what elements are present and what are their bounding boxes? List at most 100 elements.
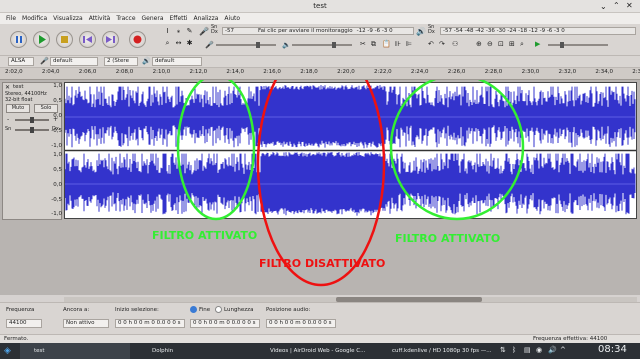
rec-ticks-tail: -12 -9 -6 -3 0 (356, 28, 393, 34)
audio-position-field[interactable]: 0 0 h 0 0 m 0 0.0 0 0 s (266, 319, 336, 328)
ruler-tick-label: 2:22,0 (374, 69, 392, 75)
red-ellipse-middle (256, 80, 386, 287)
output-device-select[interactable]: default (152, 57, 202, 66)
skip-end-icon (106, 36, 115, 43)
output-speaker-icon: 🔊 (142, 57, 151, 65)
selection-tool-icon[interactable]: I (163, 27, 172, 36)
taskbar: ◈ test Dolphin Videos | AirDroid Web - G… (0, 343, 640, 359)
task-kdenlive[interactable]: cuff.kdenlive / HD 1080p 30 fps —... (378, 343, 494, 359)
ruler-tick-label: 2:12,0 (189, 69, 208, 75)
task-browser[interactable]: Videos | AirDroid Web - Google C... (256, 343, 374, 359)
notifications-icon[interactable]: ◉ (536, 346, 542, 354)
network-icon[interactable]: ⇅ (500, 346, 506, 354)
zoom-out-icon[interactable]: ⊖ (487, 40, 493, 48)
zoom-tool-icon[interactable]: ⌕ (163, 39, 172, 48)
pause-button[interactable] (10, 31, 27, 48)
play-at-speed-icon[interactable]: ▶ (535, 40, 540, 48)
ruler-tick-label: 2:08,0 (115, 69, 134, 75)
zoom-toggle-icon[interactable]: ⌕ (520, 40, 524, 49)
undo-icon[interactable]: ↶ (428, 40, 434, 48)
mic-volume-icon: 🎤 (205, 41, 214, 49)
annotation-filter-off: FILTRO DISATTIVATO (259, 257, 386, 270)
menu-tracce[interactable]: Tracce (116, 13, 135, 24)
rec-ticks: -57 (225, 28, 234, 34)
record-button[interactable] (129, 31, 146, 48)
input-device-select[interactable]: default (50, 57, 98, 66)
menu-bar: File Modifica Visualizza Attività Tracce Gene… (0, 13, 640, 24)
menu-effetti[interactable]: Effetti (170, 13, 188, 24)
rate-label: Frequenza (6, 307, 35, 313)
snap-select[interactable]: Non attivo (63, 319, 109, 328)
end-radio[interactable] (190, 306, 197, 313)
skip-start-button[interactable] (79, 31, 96, 48)
minimize-icon[interactable]: ⌄ (600, 2, 607, 11)
monitor-prompt: Fai clic per avviare il monitoraggio (257, 28, 353, 34)
redo-icon[interactable]: ↷ (439, 40, 445, 48)
fit-selection-icon[interactable]: ⊡ (498, 40, 504, 48)
menu-aiuto[interactable]: Aiuto (224, 13, 240, 24)
window-title: test (313, 2, 327, 10)
task-audacity[interactable]: test (20, 343, 130, 359)
fit-project-icon[interactable]: ⊞ (509, 40, 515, 48)
draw-tool-icon[interactable]: ✎ (185, 27, 194, 36)
timeshift-tool-icon[interactable]: ↔ (174, 39, 183, 48)
stop-button[interactable] (56, 31, 73, 48)
selection-start-field[interactable]: 0 0 h 0 0 m 0 0.0 0 0 s (115, 319, 185, 328)
cut-icon[interactable]: ✂ (360, 40, 366, 48)
clock[interactable]: 08:34 (598, 344, 627, 355)
selection-toolbar: Frequenza 44100 Ancora a: Non attivo Ini… (0, 302, 640, 334)
ruler-tick-label: 2:04,0 (41, 69, 60, 75)
speaker-volume-slider[interactable] (292, 42, 352, 48)
menu-analizza[interactable]: Analizza (194, 13, 219, 24)
snap-label: Ancora a: (63, 307, 90, 313)
stop-icon (61, 36, 68, 43)
sync-lock-icon[interactable]: ⚇ (452, 40, 458, 48)
play-meter-channels: Sn Dx (428, 24, 435, 35)
host-select[interactable]: ALSA (8, 57, 34, 66)
ruler-tick-label: 2:32,0 (558, 69, 577, 75)
menu-attivita[interactable]: Attività (89, 13, 111, 24)
project-rate-select[interactable]: 44100 (6, 319, 42, 328)
tray-expand-icon[interactable]: ^ (560, 346, 566, 354)
skip-end-button[interactable] (102, 31, 119, 48)
track-area: ✕ test Stereo, 44100Hz 32-bit float Muto… (0, 80, 640, 302)
menu-genera[interactable]: Genera (142, 13, 164, 24)
timeline-ruler[interactable]: 2:02,0 2:04,0 2:06,0 2:08,0 2:10,0 2:12,0 2:14… (0, 68, 640, 80)
close-icon[interactable]: ✕ (626, 1, 633, 10)
silence-icon[interactable]: ⊫ (406, 40, 412, 48)
length-radio[interactable] (215, 306, 222, 313)
record-meter[interactable]: -57 Fai clic per avviare il monitoraggio -… (222, 27, 414, 35)
speaker-icon: 🔊 (416, 27, 426, 36)
clipboard-icon[interactable]: ▤ (524, 346, 531, 354)
play-button[interactable] (33, 31, 50, 48)
zoom-in-icon[interactable]: ⊕ (476, 40, 482, 48)
task-dolphin[interactable]: Dolphin (138, 343, 248, 359)
play-speed-slider[interactable] (548, 42, 608, 48)
volume-icon[interactable]: 🔊 (548, 346, 557, 354)
menu-modifica[interactable]: Modifica (22, 13, 47, 24)
status-bar: Fermato. Frequenza effettiva: 44100 (0, 334, 640, 343)
task-label: Videos | AirDroid Web - Google C... (270, 348, 366, 354)
green-ellipse-right (389, 80, 525, 221)
pause-icon (16, 36, 22, 43)
maximize-icon[interactable]: ⌃ (613, 1, 620, 10)
menu-file[interactable]: File (6, 13, 16, 24)
transport-toolbar: I ⁎ ⌕ ↔ ✎ ✱ 🎤 Sn Dx -57 Fai clic per avvi… (0, 24, 640, 56)
task-label: cuff.kdenlive / HD 1080p 30 fps —... (392, 348, 492, 354)
channels-select[interactable]: 2 (Stere (104, 57, 138, 66)
envelope-tool-icon[interactable]: ⁎ (174, 27, 183, 36)
playback-meter[interactable]: -57 -54 -48 -42 -36 -30 -24 -18 -12 -9 -… (440, 27, 636, 35)
launcher-icon[interactable]: ◈ (4, 346, 11, 356)
multi-tool-icon[interactable]: ✱ (185, 39, 194, 48)
trim-icon[interactable]: ⊪ (395, 40, 401, 48)
device-toolbar: ALSA 🎤 default 2 (Stere 🔊 default (0, 56, 640, 68)
rec-meter-channels: Sn Dx (211, 24, 218, 35)
menu-visualizza[interactable]: Visualizza (53, 13, 83, 24)
bluetooth-icon[interactable]: ᛒ (512, 346, 516, 354)
input-mic-icon: 🎤 (40, 57, 49, 65)
selection-end-field[interactable]: 0 0 h 0 0 m 0 0.0 0 0 s (190, 319, 260, 328)
selection-start-label: Inizio selezione: (115, 307, 159, 313)
copy-icon[interactable]: ⧉ (371, 40, 376, 49)
mic-volume-slider[interactable] (216, 42, 276, 48)
paste-icon[interactable]: 📋 (382, 40, 391, 48)
